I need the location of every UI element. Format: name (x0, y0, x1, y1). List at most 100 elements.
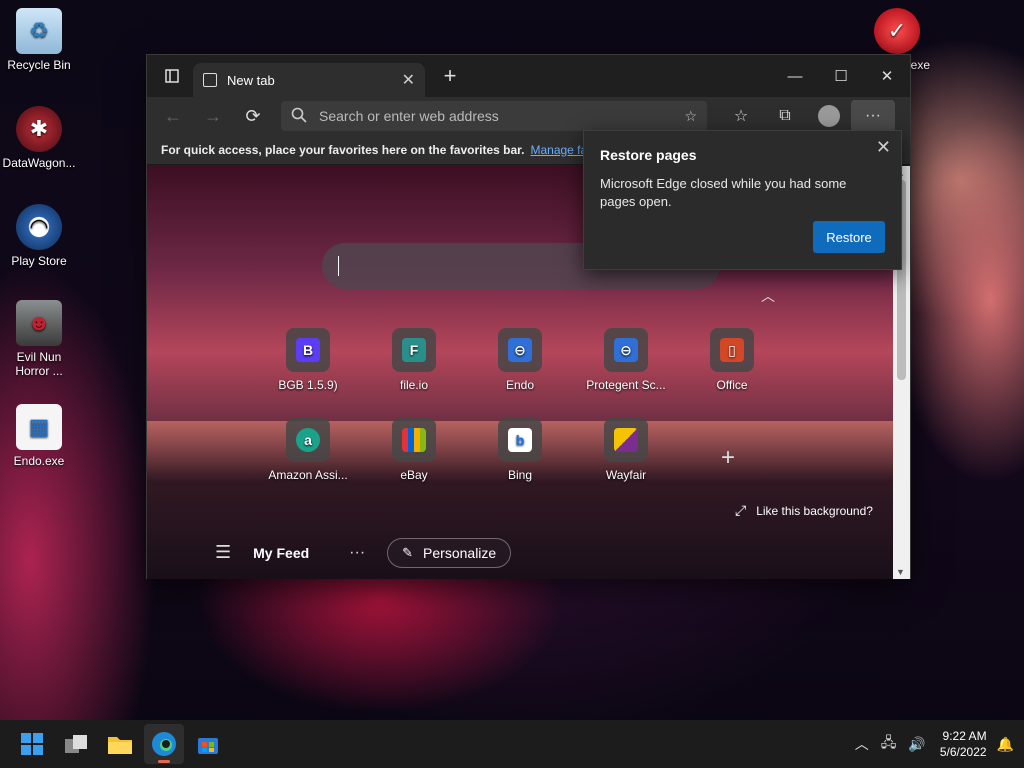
bing-icon: b (508, 428, 532, 452)
desktop-icon-recycle-bin[interactable]: ♻ Recycle Bin (0, 8, 78, 72)
desktop-icon-endo[interactable]: ▦ Endo.exe (0, 404, 78, 468)
forward-button[interactable]: → (193, 100, 233, 132)
volume-icon[interactable]: 🔊 (908, 736, 925, 753)
feed-bar: ☰ My Feed ··· ✎ Personalize (147, 526, 894, 579)
system-tray: ︿ 🖧 🔊 9:22 AM 5/6/2022 🔔 (843, 720, 1014, 768)
quick-link-tile[interactable]: eBay (369, 418, 459, 482)
dialog-message: Microsoft Edge closed while you had some… (600, 176, 847, 209)
clock-time: 9:22 AM (942, 729, 987, 743)
quick-link-tile[interactable]: Wayfair (581, 418, 671, 482)
task-view-icon (65, 735, 87, 753)
tile-label: eBay (400, 468, 428, 482)
more-icon: ··· (865, 107, 881, 124)
amazon-assistant-icon: a (296, 428, 320, 452)
quick-link-tile[interactable]: B BGB 1.5.9) (263, 328, 353, 392)
endo-icon: ⊖ (508, 338, 532, 362)
windows-logo-icon (21, 733, 43, 755)
quick-link-tile[interactable]: ⊖ Endo (475, 328, 565, 392)
quick-link-tile[interactable]: ⊖ Protegent Sc... (581, 328, 671, 392)
tile-icon-box (604, 418, 648, 462)
search-icon (291, 107, 307, 126)
quick-link-tile[interactable]: a Amazon Assi... (263, 418, 353, 482)
fileio-icon: F (402, 338, 426, 362)
settings-more-button[interactable]: ··· (851, 100, 895, 132)
profile-avatar-icon (818, 105, 840, 127)
exe-file-icon: ▦ (16, 404, 62, 450)
file-explorer-button[interactable] (100, 724, 140, 764)
show-hidden-icons-chevron-icon[interactable]: ︿ (855, 734, 869, 754)
ebay-icon (402, 428, 426, 452)
task-view-button[interactable] (56, 724, 96, 764)
add-site-button[interactable]: + (721, 444, 735, 472)
text-caret (338, 256, 339, 276)
network-icon[interactable]: 🖧 (881, 732, 897, 756)
edge-taskbar-button[interactable] (144, 724, 184, 764)
bgb-icon: B (296, 338, 320, 362)
close-tab-icon[interactable]: ✕ (402, 70, 415, 90)
restore-button[interactable]: Restore (813, 221, 885, 253)
favorites-bar-text: For quick access, place your favorites h… (161, 142, 525, 157)
desktop-icon-label: Endo.exe (13, 454, 65, 468)
tile-label: Endo (505, 378, 535, 392)
desktop-icon-datawagon[interactable]: ✱ DataWagon... (0, 106, 78, 170)
tile-icon-box: ⊖ (604, 328, 648, 372)
personalize-button[interactable]: ✎ Personalize (387, 537, 512, 568)
collections-button[interactable]: ⧉ (763, 100, 807, 132)
favorites-icon: ☆ (733, 108, 749, 125)
tile-icon-box (392, 418, 436, 462)
address-placeholder: Search or enter web address (319, 108, 499, 124)
close-dialog-icon[interactable]: ✕ (876, 137, 891, 158)
tile-label: Protegent Sc... (586, 378, 666, 392)
like-background-text: Like this background? (756, 503, 873, 518)
tab-label: New tab (227, 72, 275, 88)
desktop-icon-evil-nun[interactable]: ☻ Evil Nun Horror ... (0, 300, 78, 378)
clock[interactable]: 9:22 AM 5/6/2022 (940, 728, 987, 760)
minimize-button[interactable]: — (772, 55, 818, 97)
clock-date: 5/6/2022 (939, 745, 987, 759)
tile-label: Amazon Assi... (268, 468, 348, 482)
microsoft-store-button[interactable] (188, 724, 228, 764)
quick-link-tile[interactable]: ▯ Office (687, 328, 777, 392)
like-background-link[interactable]: ⤢ Like this background? (735, 502, 873, 519)
notifications-icon[interactable]: 🔔 (997, 736, 1014, 753)
desktop-icon-label: Evil Nun Horror ... (15, 350, 63, 378)
folder-icon (108, 737, 132, 754)
tile-icon-box: b (498, 418, 542, 462)
recycle-bin-icon: ♻ (16, 8, 62, 54)
menu-icon[interactable]: ☰ (215, 542, 231, 563)
quick-link-tile[interactable]: F file.io (369, 328, 459, 392)
store-icon (198, 738, 218, 754)
close-window-button[interactable]: ✕ (864, 55, 910, 97)
tile-label: Wayfair (605, 468, 647, 482)
protegent-icon: ⊖ (614, 338, 638, 362)
back-button[interactable]: ← (153, 100, 193, 132)
desktop-icon-label: Play Store (11, 254, 67, 268)
favorites-button[interactable]: ☆ (719, 100, 763, 132)
datawagon-icon: ✱ (16, 106, 62, 152)
tab-new-tab[interactable]: New tab ✕ (193, 63, 425, 97)
tile-label: BGB 1.5.9) (278, 378, 338, 392)
add-favorite-icon[interactable]: ☆ (684, 108, 697, 125)
more-options-icon[interactable]: ··· (349, 544, 365, 562)
profile-button[interactable] (807, 100, 851, 132)
wayfair-icon (614, 428, 638, 452)
address-bar[interactable]: Search or enter web address ☆ (281, 101, 707, 131)
collapse-chevron-up-icon[interactable]: ︿ (761, 286, 775, 306)
desktop-icon-label: Recycle Bin (7, 58, 71, 72)
refresh-button[interactable]: ⟳ (233, 100, 273, 132)
tile-label: file.io (399, 378, 428, 392)
personalize-label: Personalize (423, 544, 497, 561)
new-tab-button[interactable]: + (435, 63, 465, 89)
tab-actions-icon (165, 69, 179, 83)
tile-icon-box: ▯ (710, 328, 754, 372)
quick-link-tile[interactable]: b Bing (475, 418, 565, 482)
start-button[interactable] (12, 724, 52, 764)
edge-icon (152, 732, 176, 756)
my-feed-tab[interactable]: My Feed (253, 545, 309, 561)
desktop-icon-play-store[interactable]: ◠ Play Store (0, 204, 78, 268)
tab-actions-button[interactable] (157, 61, 187, 91)
taskbar: ︿ 🖧 🔊 9:22 AM 5/6/2022 🔔 (0, 720, 1024, 768)
scroll-down-arrow-icon[interactable]: ▼ (896, 567, 905, 577)
tile-icon-box: a (286, 418, 330, 462)
maximize-button[interactable]: ☐ (818, 55, 864, 97)
